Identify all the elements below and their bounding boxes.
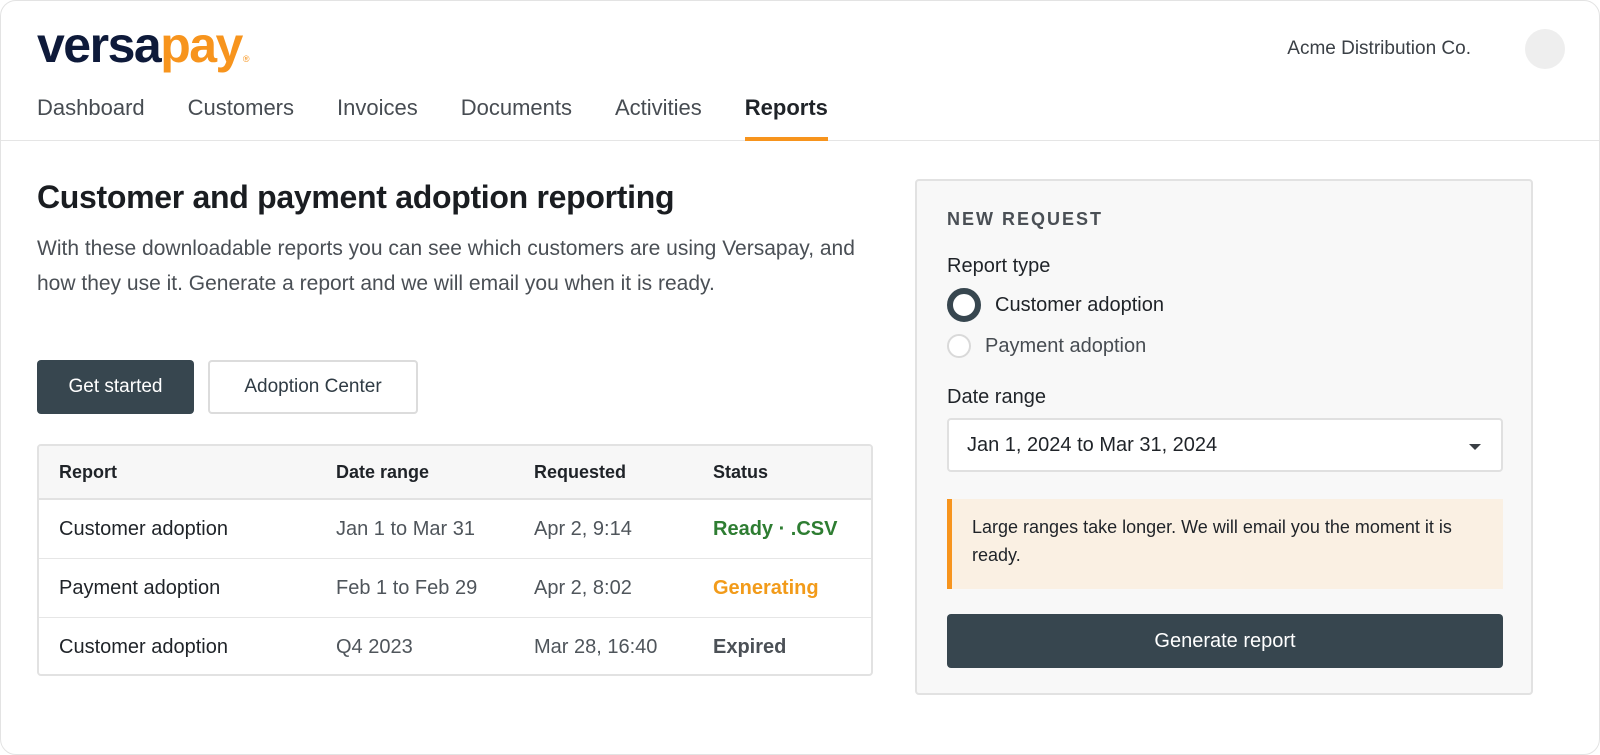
report-type-label: Report type <box>947 255 1051 277</box>
report-name: Customer adoption <box>59 517 228 540</box>
reports-table: Report Date range Requested Status Custo… <box>37 444 873 676</box>
radio-unselected-icon[interactable] <box>947 334 971 358</box>
generate-report-button[interactable]: Generate report <box>947 614 1503 668</box>
main-nav: Dashboard Customers Invoices Documents A… <box>37 93 871 141</box>
adoption-center-button[interactable]: Adoption Center <box>208 360 418 414</box>
user-avatar-icon[interactable] <box>1525 29 1565 69</box>
report-name: Payment adoption <box>59 576 221 599</box>
panel-heading: NEW REQUEST <box>947 209 1104 229</box>
logo-text-versa: versa <box>37 17 162 73</box>
report-name: Customer adoption <box>59 636 228 658</box>
radio-customer-adoption[interactable]: Customer adoption <box>947 288 1164 322</box>
report-requested: Apr 2, 8:02 <box>534 576 632 599</box>
app-window: versapay® Acme Distribution Co. Dashboar… <box>0 0 1600 755</box>
nav-reports[interactable]: Reports <box>744 93 829 141</box>
column-header-status: Status <box>713 461 769 482</box>
date-range-label: Date range <box>947 386 1046 408</box>
page-title: Customer and payment adoption reporting <box>37 179 675 215</box>
radio-label: Customer adoption <box>995 293 1164 316</box>
new-request-panel: NEW REQUEST Report type Customer adoptio… <box>915 179 1533 695</box>
intro-text: With these downloadable reports you can … <box>37 237 855 295</box>
versapay-logo[interactable]: versapay® <box>37 15 250 75</box>
table-header: Report Date range Requested Status <box>39 446 871 500</box>
column-header-report: Report <box>59 461 117 482</box>
registered-mark: ® <box>242 54 250 64</box>
organization-name: Acme Distribution Co. <box>1287 38 1471 59</box>
table-row: Customer adoption Jan 1 to Mar 31 Apr 2,… <box>39 500 871 559</box>
column-header-requested: Requested <box>534 461 627 482</box>
nav-documents[interactable]: Documents <box>461 93 572 141</box>
radio-label: Payment adoption <box>985 334 1147 357</box>
info-notice: Large ranges take longer. We will email … <box>947 499 1503 589</box>
report-requested: Apr 2, 9:14 <box>534 517 632 540</box>
radio-payment-adoption[interactable]: Payment adoption <box>947 334 1146 358</box>
logo-text-pay: pay <box>160 17 243 73</box>
top-header: versapay® Acme Distribution Co. Dashboar… <box>1 1 1599 141</box>
nav-invoices[interactable]: Invoices <box>337 93 418 141</box>
table-row: Customer adoption Q4 2023 Mar 28, 16:40 … <box>39 618 871 674</box>
date-range-value: Jan 1, 2024 to Mar 31, 2024 <box>967 433 1218 456</box>
report-date-range: Jan 1 to Mar 31 <box>336 517 475 540</box>
status-download-link[interactable]: Ready · .CSV <box>713 500 837 558</box>
status-badge: Expired <box>713 636 787 658</box>
status-badge: Generating <box>713 576 819 599</box>
radio-selected-icon[interactable] <box>947 288 981 322</box>
report-date-range: Q4 2023 <box>336 636 413 658</box>
report-requested: Mar 28, 16:40 <box>534 636 658 658</box>
nav-customers[interactable]: Customers <box>188 93 294 141</box>
column-header-date-range: Date range <box>336 461 430 482</box>
notice-text: Large ranges take longer. We will email … <box>972 517 1452 565</box>
nav-dashboard[interactable]: Dashboard <box>37 93 145 141</box>
date-range-select[interactable]: Jan 1, 2024 to Mar 31, 2024 <box>947 418 1503 472</box>
table-row: Payment adoption Feb 1 to Feb 29 Apr 2, … <box>39 559 871 618</box>
get-started-button[interactable]: Get started <box>37 360 194 414</box>
chevron-down-icon <box>1469 444 1481 450</box>
nav-activities[interactable]: Activities <box>615 93 702 141</box>
report-date-range: Feb 1 to Feb 29 <box>336 576 478 599</box>
